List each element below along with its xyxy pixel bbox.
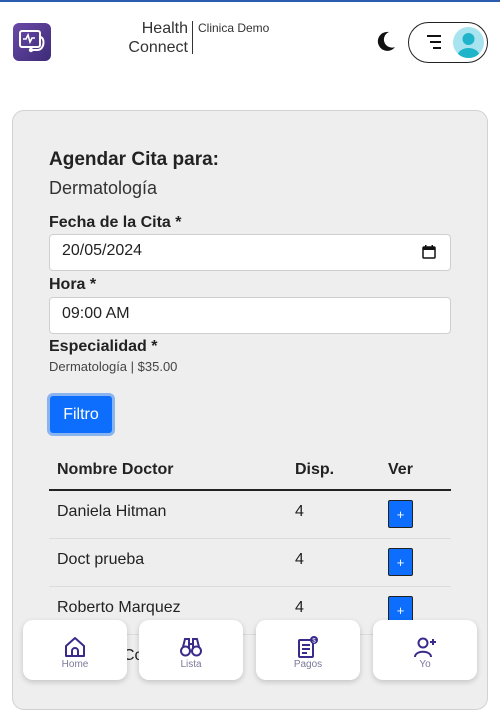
nav-yo-label: Yo: [419, 659, 431, 670]
availability-count: 4: [295, 599, 304, 616]
user-menu-button[interactable]: [408, 22, 488, 63]
specialty-value: Dermatología | $35.00: [49, 359, 178, 374]
user-add-icon: [414, 637, 436, 658]
receipt-icon: $: [298, 636, 318, 658]
bottom-navigation: Home Lista $ Pagos Yo: [0, 620, 500, 691]
brand-divider: [192, 21, 193, 54]
clinic-name: Clinica Demo: [198, 21, 270, 35]
view-doctor-button[interactable]: +: [388, 548, 413, 576]
filter-button[interactable]: Filtro: [47, 393, 115, 436]
column-header-view: Ver: [388, 461, 413, 478]
doctor-name: Roberto Marquez: [57, 599, 181, 616]
availability-count: 4: [295, 503, 304, 520]
menu-icon: [427, 35, 441, 49]
time-label: Hora *: [49, 276, 97, 293]
dark-mode-moon-icon[interactable]: [375, 30, 397, 52]
time-value: 09:00 AM: [62, 305, 130, 322]
nav-lista-label: Lista: [180, 659, 202, 670]
doctor-name: Daniela Hitman: [57, 503, 167, 520]
doctor-name: Doct prueba: [57, 551, 145, 568]
table-row: Doct prueba 4 +: [49, 539, 451, 587]
date-label: Fecha de la Cita *: [49, 214, 182, 231]
view-doctor-button[interactable]: +: [388, 500, 413, 528]
home-icon: [65, 637, 85, 657]
user-avatar-icon: [457, 33, 480, 58]
brand-line-1: Health: [141, 20, 188, 37]
specialty-label: Especialidad *: [49, 338, 158, 355]
nav-home-label: Home: [61, 659, 89, 670]
specialty-heading: Dermatología: [49, 178, 158, 198]
availability-count: 4: [295, 551, 304, 568]
nav-lista[interactable]: Lista: [139, 620, 243, 680]
brand-name: Health Connect: [126, 19, 188, 57]
nav-pagos[interactable]: $ Pagos: [256, 620, 360, 680]
nav-home[interactable]: Home: [23, 620, 127, 680]
app-logo[interactable]: [13, 23, 51, 61]
binoculars-icon: [180, 638, 202, 657]
stethoscope-monitor-icon: [19, 30, 45, 53]
nav-pagos-label: Pagos: [293, 659, 323, 670]
brand-line-2: Connect: [128, 39, 188, 56]
column-header-doctor: Nombre Doctor: [57, 461, 174, 478]
calendar-icon[interactable]: [422, 245, 436, 259]
nav-yo[interactable]: Yo: [373, 620, 477, 680]
column-header-availability: Disp.: [295, 461, 335, 478]
filter-button-label: Filtro: [63, 405, 99, 423]
date-input[interactable]: 20/05/2024: [49, 234, 451, 271]
time-input[interactable]: 09:00 AM: [49, 297, 451, 334]
app-header: Health Connect Clinica Demo: [0, 2, 500, 80]
form-title: Agendar Cita para:: [49, 149, 219, 170]
date-value: 20/05/2024: [62, 242, 143, 259]
avatar: [453, 27, 484, 58]
table-row: Daniela Hitman 4 +: [49, 491, 451, 539]
